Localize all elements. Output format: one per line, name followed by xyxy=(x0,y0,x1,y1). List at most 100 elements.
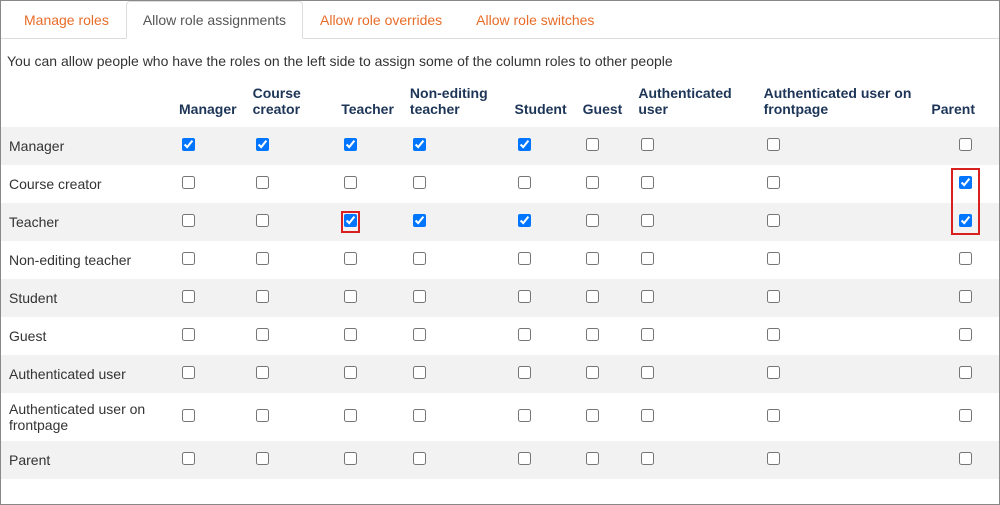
role-assign-checkbox[interactable] xyxy=(959,409,972,422)
role-assign-checkbox[interactable] xyxy=(256,290,269,303)
checkbox-wrap xyxy=(956,325,975,347)
role-assign-checkbox[interactable] xyxy=(182,252,195,265)
role-assign-checkbox[interactable] xyxy=(767,214,780,227)
role-assign-checkbox[interactable] xyxy=(413,452,426,465)
cell xyxy=(245,203,334,241)
role-assign-checkbox[interactable] xyxy=(344,138,357,151)
checkbox-wrap xyxy=(253,211,272,233)
role-assign-checkbox[interactable] xyxy=(256,176,269,189)
role-assign-checkbox[interactable] xyxy=(518,452,531,465)
role-assign-checkbox[interactable] xyxy=(641,138,654,151)
cell xyxy=(630,317,755,355)
role-assign-checkbox[interactable] xyxy=(767,252,780,265)
role-assign-checkbox[interactable] xyxy=(641,452,654,465)
role-assign-checkbox[interactable] xyxy=(256,138,269,151)
checkbox-wrap xyxy=(410,406,429,428)
role-assign-checkbox[interactable] xyxy=(518,290,531,303)
role-assign-checkbox[interactable] xyxy=(518,176,531,189)
role-assign-checkbox[interactable] xyxy=(182,409,195,422)
role-assign-checkbox[interactable] xyxy=(518,252,531,265)
role-assign-checkbox[interactable] xyxy=(344,452,357,465)
cell xyxy=(333,165,402,203)
cell xyxy=(402,393,507,441)
role-assign-checkbox[interactable] xyxy=(518,409,531,422)
role-assign-checkbox[interactable] xyxy=(344,214,357,227)
role-assign-checkbox[interactable] xyxy=(344,328,357,341)
role-assign-checkbox[interactable] xyxy=(413,252,426,265)
role-assign-checkbox[interactable] xyxy=(413,290,426,303)
role-assign-checkbox[interactable] xyxy=(413,138,426,151)
role-assign-checkbox[interactable] xyxy=(959,138,972,151)
role-assign-checkbox[interactable] xyxy=(586,176,599,189)
role-assign-checkbox[interactable] xyxy=(256,252,269,265)
role-assign-checkbox[interactable] xyxy=(641,328,654,341)
role-assign-checkbox[interactable] xyxy=(182,328,195,341)
role-assign-checkbox[interactable] xyxy=(586,252,599,265)
checkbox-wrap xyxy=(764,406,783,428)
role-assign-checkbox[interactable] xyxy=(586,366,599,379)
role-assign-checkbox[interactable] xyxy=(344,366,357,379)
role-assign-checkbox[interactable] xyxy=(518,138,531,151)
role-assign-checkbox[interactable] xyxy=(959,452,972,465)
tab-manage-roles[interactable]: Manage roles xyxy=(7,1,126,39)
role-assign-checkbox[interactable] xyxy=(586,328,599,341)
role-assign-checkbox[interactable] xyxy=(413,409,426,422)
cell xyxy=(507,317,575,355)
role-assign-checkbox[interactable] xyxy=(182,366,195,379)
role-assign-checkbox[interactable] xyxy=(182,290,195,303)
role-assign-checkbox[interactable] xyxy=(518,366,531,379)
role-assign-checkbox[interactable] xyxy=(413,214,426,227)
role-assign-checkbox[interactable] xyxy=(344,252,357,265)
role-assign-checkbox[interactable] xyxy=(256,328,269,341)
role-assign-checkbox[interactable] xyxy=(518,214,531,227)
role-assign-checkbox[interactable] xyxy=(256,409,269,422)
role-assign-checkbox[interactable] xyxy=(413,366,426,379)
role-assign-checkbox[interactable] xyxy=(256,452,269,465)
role-assign-checkbox[interactable] xyxy=(959,214,972,227)
checkbox-wrap xyxy=(956,449,975,471)
role-assign-checkbox[interactable] xyxy=(182,176,195,189)
checkbox-wrap xyxy=(956,249,975,271)
role-assign-checkbox[interactable] xyxy=(641,409,654,422)
role-assign-checkbox[interactable] xyxy=(413,176,426,189)
role-assign-checkbox[interactable] xyxy=(413,328,426,341)
role-assign-checkbox[interactable] xyxy=(586,214,599,227)
role-assign-checkbox[interactable] xyxy=(641,366,654,379)
role-assign-checkbox[interactable] xyxy=(344,176,357,189)
role-assign-checkbox[interactable] xyxy=(182,138,195,151)
role-assign-checkbox[interactable] xyxy=(586,290,599,303)
role-assign-checkbox[interactable] xyxy=(959,252,972,265)
role-assign-checkbox[interactable] xyxy=(182,214,195,227)
role-assign-checkbox[interactable] xyxy=(586,409,599,422)
role-assign-checkbox[interactable] xyxy=(767,452,780,465)
cell xyxy=(507,241,575,279)
role-assign-checkbox[interactable] xyxy=(641,290,654,303)
checkbox-wrap xyxy=(583,287,602,309)
role-assign-checkbox[interactable] xyxy=(767,176,780,189)
role-assign-checkbox[interactable] xyxy=(641,252,654,265)
role-assign-checkbox[interactable] xyxy=(586,452,599,465)
role-assign-checkbox[interactable] xyxy=(959,328,972,341)
role-assign-checkbox[interactable] xyxy=(518,328,531,341)
cell xyxy=(630,279,755,317)
tab-allow-role-assignments[interactable]: Allow role assignments xyxy=(126,1,303,39)
role-assign-checkbox[interactable] xyxy=(641,214,654,227)
role-assign-checkbox[interactable] xyxy=(959,366,972,379)
role-assign-checkbox[interactable] xyxy=(767,409,780,422)
role-assign-checkbox[interactable] xyxy=(641,176,654,189)
role-assign-checkbox[interactable] xyxy=(586,138,599,151)
role-assign-checkbox[interactable] xyxy=(182,452,195,465)
role-assign-checkbox[interactable] xyxy=(767,138,780,151)
cell xyxy=(171,355,245,393)
role-assign-checkbox[interactable] xyxy=(959,176,972,189)
role-assign-checkbox[interactable] xyxy=(344,409,357,422)
role-assign-checkbox[interactable] xyxy=(767,290,780,303)
role-assign-checkbox[interactable] xyxy=(256,366,269,379)
tab-allow-role-overrides[interactable]: Allow role overrides xyxy=(303,1,459,39)
role-assign-checkbox[interactable] xyxy=(256,214,269,227)
role-assign-checkbox[interactable] xyxy=(767,328,780,341)
role-assign-checkbox[interactable] xyxy=(767,366,780,379)
role-assign-checkbox[interactable] xyxy=(959,290,972,303)
role-assign-checkbox[interactable] xyxy=(344,290,357,303)
tab-allow-role-switches[interactable]: Allow role switches xyxy=(459,1,611,39)
